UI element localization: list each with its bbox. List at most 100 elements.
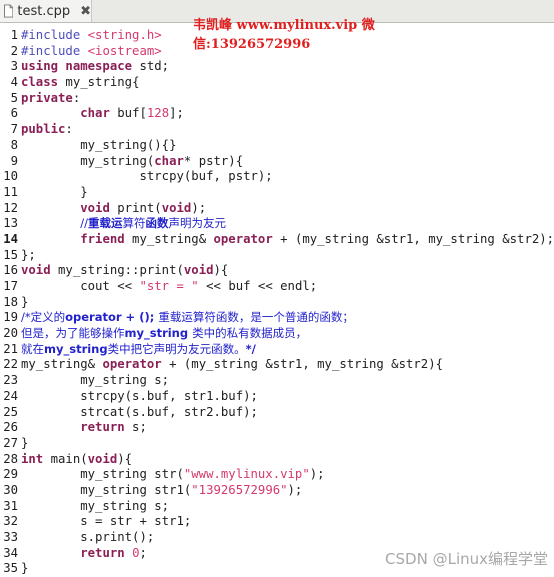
- code-token: my_string: [124, 326, 193, 341]
- code-line[interactable]: 14 friend my_string& operator + (my_stri…: [0, 232, 554, 248]
- code-line[interactable]: 9 my_string(char* pstr){: [0, 154, 554, 170]
- code-token: }: [21, 294, 29, 309]
- code-line[interactable]: 10 strcpy(buf, pstr);: [0, 169, 554, 185]
- code-token: s;: [124, 420, 147, 435]
- code-token: #include: [21, 43, 88, 58]
- line-number: 20: [3, 326, 18, 341]
- code-token: "13926572996": [191, 482, 288, 497]
- code-token: 类中的私有数据成员，: [192, 326, 308, 341]
- code-line[interactable]: 27}: [0, 436, 554, 452]
- code-line[interactable]: 20 但是，为了能够操作my_string 类中的私有数据成员，: [0, 326, 554, 342]
- code-token: my_string(: [21, 153, 155, 168]
- code-token: ){: [117, 451, 133, 466]
- code-token: <iostream>: [87, 43, 162, 58]
- line-code: cout << "str = " << buf << endl;: [21, 279, 317, 293]
- code-token: 算符: [122, 216, 146, 231]
- line-code: strcpy(buf, pstr);: [21, 169, 272, 183]
- code-line[interactable]: 28 int main(void){: [0, 452, 554, 468]
- line-code: strcat(s.buf, str2.buf);: [21, 405, 258, 419]
- code-line[interactable]: 29 my_string str("www.mylinux.vip");: [0, 467, 554, 483]
- code-token: my_string(){}: [21, 137, 177, 152]
- code-token: 128: [146, 106, 170, 121]
- code-line[interactable]: 33 s.print();: [0, 530, 554, 546]
- code-token: //: [80, 216, 88, 231]
- code-line[interactable]: 8 my_string(){}: [0, 138, 554, 154]
- code-line[interactable]: 23 my_string s;: [0, 373, 554, 389]
- code-line[interactable]: 13 //重载运算符函数声明为友元: [0, 216, 554, 232]
- code-token: private: [21, 90, 73, 105]
- file-icon: [4, 4, 14, 18]
- code-token: #include: [21, 28, 88, 42]
- code-line[interactable]: 7 public:: [0, 122, 554, 138]
- line-number: 10: [3, 169, 18, 184]
- code-line[interactable]: 4 class my_string{: [0, 75, 554, 91]
- line-number: 24: [3, 388, 18, 403]
- line-number: 21: [3, 341, 18, 356]
- code-line[interactable]: 22 my_string& operator + (my_string &str1…: [0, 357, 554, 373]
- line-number: 9: [10, 153, 18, 168]
- code-token: ];: [169, 106, 184, 121]
- code-line[interactable]: 16 void my_string::print(void){: [0, 263, 554, 279]
- line-code: friend my_string& operator + (my_string …: [21, 232, 554, 246]
- line-code: 但是，为了能够操作my_string 类中的私有数据成员，: [21, 326, 307, 340]
- code-token: );: [309, 467, 325, 482]
- code-token: s = str + str1;: [21, 514, 192, 529]
- code-line[interactable]: 18}: [0, 295, 554, 311]
- code-line[interactable]: 11 }: [0, 185, 554, 201]
- code-line[interactable]: 6 char buf[128];: [0, 106, 554, 122]
- line-code: }: [21, 295, 28, 309]
- line-code: class my_string{: [21, 75, 139, 89]
- code-token: ;: [139, 545, 147, 560]
- code-line[interactable]: 26 return s;: [0, 420, 554, 436]
- code-token: char: [154, 153, 184, 168]
- code-token: + (my_string &str1, my_string &str2){: [161, 357, 443, 372]
- code-line[interactable]: 3 using namespace std;: [0, 59, 554, 75]
- line-number: 5: [10, 90, 18, 105]
- line-code: /*定义的operator + (); 重载运算符函数，是一个普通的函数；: [21, 310, 354, 324]
- code-token: 重载运: [87, 216, 123, 231]
- line-number: 17: [3, 279, 18, 293]
- code-line[interactable]: 19/*定义的operator + (); 重载运算符函数，是一个普通的函数；: [0, 310, 554, 326]
- code-token: :: [72, 90, 81, 105]
- line-number: 31: [3, 498, 18, 513]
- code-line[interactable]: 32 s = str + str1;: [0, 514, 554, 530]
- line-number: 32: [3, 514, 18, 529]
- code-token: 类中把它声明为友元函数。: [107, 341, 246, 356]
- close-icon[interactable]: ✖: [80, 4, 91, 19]
- line-number: 8: [10, 137, 18, 152]
- tab-test-cpp[interactable]: test.cpp ✖: [0, 0, 92, 22]
- line-number: 30: [3, 482, 18, 497]
- line-number: 19: [3, 310, 18, 325]
- code-token: s.print();: [21, 530, 155, 544]
- line-number: 27: [3, 435, 18, 450]
- line-number: 2: [10, 43, 18, 58]
- code-token: my_string s;: [21, 373, 170, 388]
- code-line[interactable]: 5 private:: [0, 91, 554, 107]
- code-token: my_string&: [21, 357, 103, 372]
- code-token: + (my_string &str1, my_string &str2);: [272, 231, 554, 246]
- code-token: operator: [102, 357, 162, 372]
- line-number: 26: [3, 420, 18, 435]
- code-line[interactable]: 15};: [0, 248, 554, 264]
- line-number: 1: [10, 28, 18, 42]
- code-line[interactable]: 25 strcat(s.buf, str2.buf);: [0, 405, 554, 421]
- code-token: 声明为友元: [168, 216, 226, 231]
- code-line[interactable]: 12 void print(void);: [0, 201, 554, 217]
- code-line[interactable]: 31 my_string s;: [0, 499, 554, 515]
- code-line[interactable]: 17 cout << "str = " << buf << endl;: [0, 279, 554, 295]
- line-code: return 0;: [21, 546, 147, 560]
- line-number: 12: [3, 200, 18, 215]
- line-number: 23: [3, 373, 18, 388]
- code-token: };: [21, 247, 36, 262]
- code-editor[interactable]: 1 #include <string.h> 2 #include <iostream>…: [0, 28, 554, 577]
- line-code: my_string str("www.mylinux.vip");: [21, 467, 325, 482]
- code-line[interactable]: 24 strcpy(s.buf, str1.buf);: [0, 389, 554, 405]
- line-code: my_string(char* pstr){: [21, 154, 243, 168]
- code-token: return: [80, 545, 125, 560]
- code-token: << buf << endl;: [198, 279, 318, 293]
- code-line[interactable]: 30 my_string str1("13926572996");: [0, 483, 554, 499]
- code-line[interactable]: 21 就在my_string类中把它声明为友元函数。*/: [0, 342, 554, 358]
